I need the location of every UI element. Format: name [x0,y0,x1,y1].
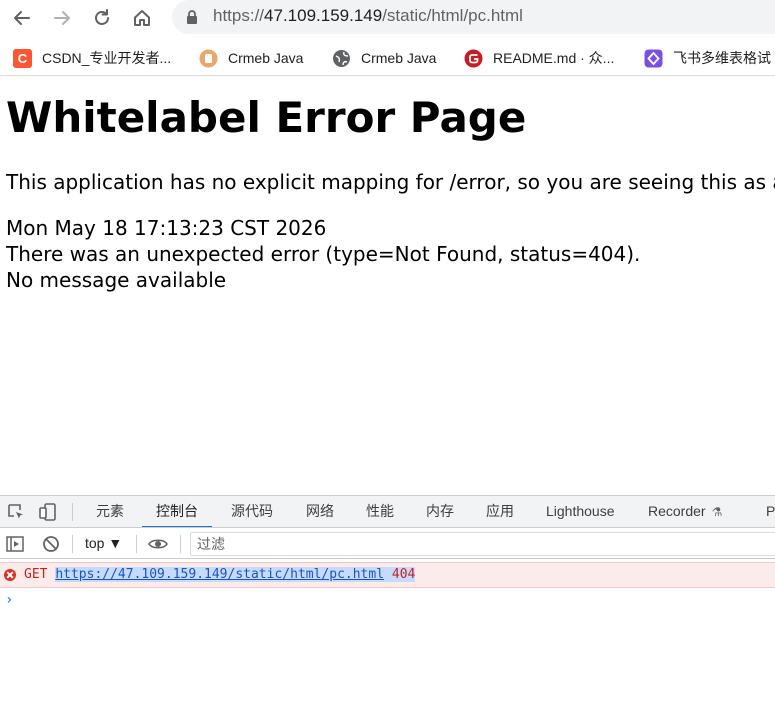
separator [180,535,181,553]
bookmark-crmeb-java-2[interactable]: Crmeb Java [332,46,436,70]
bookmark-label: Crmeb Java [361,50,437,66]
bookmarks-bar: C CSDN_专业开发者... Crmeb Java Crmeb Java RE… [0,40,775,76]
console-error-text: GET https://47.109.159.149/static/html/p… [24,567,416,582]
forward-arrow-icon [54,11,70,25]
crmeb-icon [199,49,218,68]
browser-toolbar: https://47.109.159.149/static/html/pc.ht… [0,0,775,36]
error-type: There was an unexpected error (type=Not … [6,242,641,266]
request-method: GET [24,567,48,582]
gitee-icon [464,49,483,68]
tab-recorder[interactable]: Recorder ⚗ [648,496,723,527]
request-url-link[interactable]: https://47.109.159.149/static/html/pc.ht… [55,567,384,582]
separator [72,535,73,553]
back-button[interactable] [7,3,37,33]
tab-overflow[interactable]: P [766,496,775,527]
tab-performance[interactable]: 性能 [366,496,394,527]
tab-sources[interactable]: 源代码 [231,496,273,527]
error-message: No message available [6,268,227,292]
separator [136,535,137,553]
error-description: This application has no explicit mapping… [6,170,775,194]
tab-console[interactable]: 控制台 [142,496,212,527]
context-selector[interactable]: top ▼ [85,535,122,551]
bookmark-label: README.md · 众... [493,50,615,66]
address-bar[interactable]: https://47.109.159.149/static/html/pc.ht… [172,0,775,34]
console-prompt[interactable]: › [5,592,13,608]
page-title: Whitelabel Error Page [6,93,527,142]
device-toolbar-icon[interactable] [38,502,58,522]
globe-icon [332,49,351,68]
error-icon [4,569,16,581]
console-filter-input[interactable]: 过滤 [190,532,775,556]
bookmark-label: CSDN_专业开发者... [42,50,172,66]
devtools-tab-bar: 元素 控制台 源代码 网络 性能 内存 应用 Lighthouse Record… [0,496,775,528]
error-timestamp: Mon May 18 17:13:23 CST 2026 [6,216,327,240]
status-code: 404 [391,567,416,582]
lock-icon [187,10,197,24]
tab-application[interactable]: 应用 [486,496,514,527]
home-button[interactable] [127,3,157,33]
flask-icon: ⚗ [711,505,723,519]
bookmark-feishu[interactable]: 飞书多维表格试 [644,46,771,70]
eye-icon[interactable] [148,534,168,554]
console-output: GET https://47.109.159.149/static/html/p… [0,560,775,706]
devtools-panel: 元素 控制台 源代码 网络 性能 内存 应用 Lighthouse Record… [0,495,775,706]
reload-button[interactable] [87,3,117,33]
console-toolbar: top ▼ 过滤 [0,529,775,559]
tab-lighthouse[interactable]: Lighthouse [546,496,615,527]
tab-elements[interactable]: 元素 [96,496,124,527]
separator [72,503,73,521]
sidebar-toggle-icon[interactable] [5,534,25,554]
bookmark-label: Crmeb Java [228,50,304,66]
forward-button[interactable] [47,3,77,33]
console-error-message: GET https://47.109.159.149/static/html/p… [0,562,775,588]
tab-recorder-label: Recorder [648,503,706,519]
bookmark-crmeb-java-1[interactable]: Crmeb Java [199,46,303,70]
bookmark-readme[interactable]: README.md · 众... [464,46,614,70]
back-arrow-icon [14,11,30,25]
page-content: Whitelabel Error Page This application h… [0,77,775,497]
clear-console-icon[interactable] [41,534,61,554]
bookmark-csdn[interactable]: C CSDN_专业开发者... [13,46,171,70]
inspect-element-icon[interactable] [6,502,26,522]
home-icon [134,10,150,26]
bookmark-label: 飞书多维表格试 [673,50,771,66]
feishu-icon [644,49,663,68]
url-text: https://47.109.159.149/static/html/pc.ht… [213,6,523,25]
tab-network[interactable]: 网络 [306,496,334,527]
csdn-icon: C [13,48,32,68]
tab-memory[interactable]: 内存 [426,496,454,527]
reload-icon [95,9,109,25]
